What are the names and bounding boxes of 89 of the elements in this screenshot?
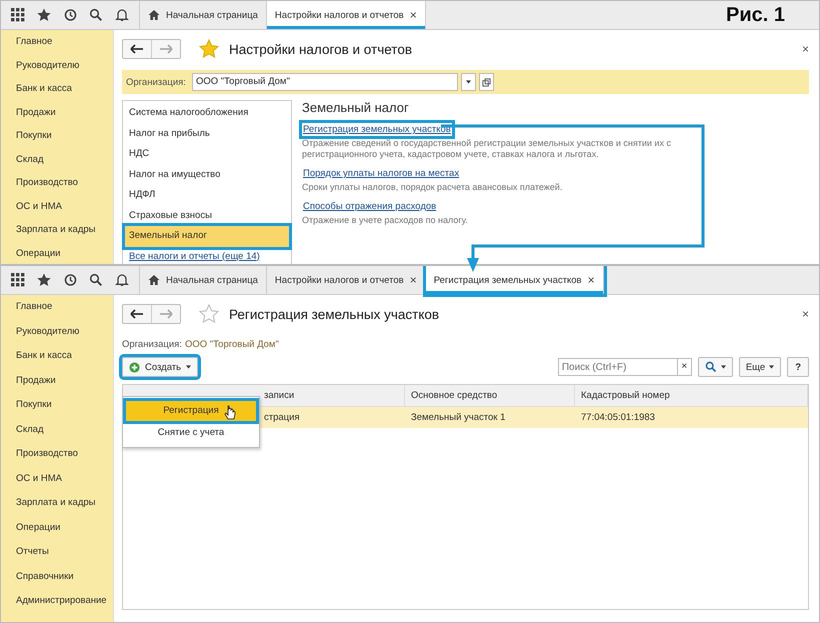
close-button[interactable]: × — [802, 307, 809, 321]
mouse-cursor-icon — [224, 405, 236, 421]
sidebar-item[interactable]: Администрирование — [1, 589, 113, 614]
sidebar-item[interactable]: Главное — [1, 30, 113, 54]
open-icon — [482, 78, 491, 86]
apps-grid-icon[interactable] — [11, 273, 25, 287]
search-icon — [704, 361, 717, 373]
tab[interactable]: Настройки налогов и отчетов × — [266, 1, 426, 29]
close-button[interactable]: × — [802, 42, 809, 56]
search-icon[interactable] — [89, 8, 103, 22]
bell-icon[interactable] — [115, 8, 129, 22]
sidebar-item[interactable]: Продажи — [1, 368, 113, 393]
column-header[interactable]: Кадастровый номер — [575, 385, 808, 406]
plus-icon — [129, 362, 140, 372]
tab[interactable]: Начальная страница — [140, 266, 267, 294]
sidebar-item[interactable]: ОС и НМА — [1, 194, 113, 218]
settings-link[interactable]: Способы отражения расходов — [302, 200, 438, 213]
clear-button[interactable]: × — [678, 358, 692, 376]
star-icon[interactable] — [199, 304, 219, 324]
sidebar-item[interactable]: Производство — [1, 171, 113, 194]
sidebar-item[interactable]: Зарплата и кадры — [1, 218, 113, 242]
tab[interactable]: Регистрация земельных участков × — [426, 266, 604, 294]
window-title: Регистрация земельных участков — [229, 306, 440, 322]
organization-label: Организация: — [126, 76, 186, 88]
star-icon[interactable] — [199, 39, 219, 59]
organization-field[interactable]: ООО "Торговый Дом" — [192, 73, 458, 91]
history-icon[interactable] — [63, 8, 77, 22]
apps-grid-icon[interactable] — [11, 8, 25, 22]
caret-icon — [186, 365, 192, 369]
section-item[interactable]: Земельный налог — [125, 226, 289, 246]
section-item[interactable]: НДФЛ — [125, 185, 289, 206]
column-header[interactable]: записи — [264, 385, 405, 406]
sidebar-item[interactable]: Руководителю — [1, 320, 113, 344]
sidebar-item[interactable]: Руководителю — [1, 54, 113, 77]
organization-label: Организация: — [122, 339, 182, 350]
caret-icon — [769, 365, 774, 369]
sidebar-item[interactable]: Зарплата и кадры — [1, 491, 113, 516]
organization-value[interactable]: ООО "Торговый Дом" — [184, 339, 279, 350]
section-item[interactable]: Налог на прибыль — [125, 124, 289, 144]
sidebar-item[interactable]: Покупки — [1, 393, 113, 418]
home-icon — [148, 274, 160, 286]
navigation-buttons[interactable] — [122, 39, 181, 59]
sidebar-item[interactable]: Банк и касса — [1, 77, 113, 100]
section-item[interactable]: НДС — [125, 144, 289, 164]
sidebar-item[interactable]: Операции — [1, 242, 113, 264]
sidebar-item[interactable]: Операции — [1, 516, 113, 540]
sidebar-item[interactable]: Склад — [1, 418, 113, 442]
menu-item[interactable]: Регистрация — [126, 401, 256, 421]
table-cell-text: 77:04:05:01:1983 — [580, 411, 656, 425]
section-heading: Земельный налог — [302, 100, 410, 115]
sidebar-item[interactable]: Банк и касса — [1, 344, 113, 368]
caret-icon — [466, 80, 471, 84]
section-item[interactable]: Налог на имущество — [125, 164, 289, 185]
history-icon[interactable] — [63, 273, 77, 287]
sidebar-item[interactable]: Производство — [1, 442, 113, 466]
search-field[interactable]: Поиск (Ctrl+F) — [558, 358, 678, 376]
sidebar-item[interactable]: Главное — [1, 295, 113, 320]
bell-icon[interactable] — [115, 273, 129, 287]
search-button[interactable] — [698, 357, 733, 377]
settings-link[interactable]: Порядок уплаты налогов на местах — [302, 167, 460, 180]
create-button[interactable]: Создать — [122, 357, 198, 377]
table-cell-text: Земельный участок 1 — [410, 411, 506, 425]
help-button[interactable]: ? — [787, 357, 809, 377]
search-icon[interactable] — [89, 273, 103, 287]
link-description: Отражение сведений о государственной регистрации земельных участков и снятии их с регистрационного учета, кадастровом учете, ставках налога и льготах. — [302, 138, 672, 160]
all-taxes-link[interactable]: Все налоги и отчеты (еще 14) — [129, 250, 260, 262]
sidebar-item[interactable]: Склад — [1, 148, 113, 171]
more-button[interactable]: Еще — [738, 357, 782, 377]
link-description: Отражение в учете расходов по налогу. — [302, 215, 469, 226]
sidebar-item[interactable]: Справочники — [1, 564, 113, 589]
star-icon[interactable] — [37, 8, 51, 22]
home-icon — [148, 9, 160, 21]
section-item[interactable]: Страховые взносы — [125, 206, 289, 226]
sidebar-item[interactable]: Продажи — [1, 100, 113, 124]
sidebar-item[interactable]: ОС и НМА — [1, 466, 113, 491]
star-icon[interactable] — [37, 273, 51, 287]
dropdown-button[interactable] — [460, 73, 476, 91]
figure-label: Рис. 1 — [726, 4, 786, 26]
link-description: Сроки уплаты налогов, порядок расчета авансовых платежей. — [302, 182, 564, 193]
settings-link[interactable]: Регистрация земельных участков — [302, 123, 452, 136]
open-button[interactable] — [478, 73, 494, 91]
sidebar-item[interactable]: Покупки — [1, 124, 113, 148]
column-header[interactable]: Основное средство — [405, 385, 575, 406]
table-cell-text: страция — [264, 411, 301, 425]
caret-icon — [720, 365, 726, 369]
navigation-buttons[interactable] — [122, 304, 181, 324]
sidebar-item[interactable]: Отчеты — [1, 540, 113, 564]
window-title: Настройки налогов и отчетов — [229, 42, 412, 56]
section-item[interactable]: Система налогообложения — [125, 103, 289, 124]
